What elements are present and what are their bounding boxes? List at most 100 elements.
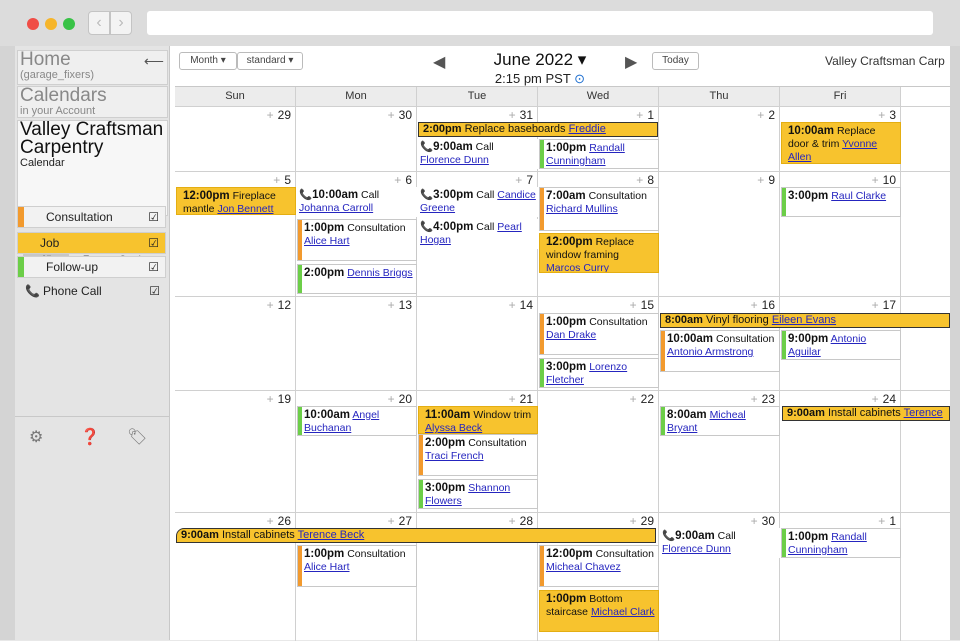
add-event-icon[interactable]: + [872,298,879,312]
calendar-event[interactable]: 1:00pm Bottom staircase Michael Clark [539,590,659,632]
add-event-icon[interactable]: + [757,173,764,187]
add-event-icon[interactable]: + [636,173,643,187]
close-window-button[interactable] [27,18,39,30]
calendar-event[interactable]: 8:00am Micheal Bryant [660,406,780,436]
event-contact-link[interactable]: Florence Dunn [662,543,731,555]
add-event-icon[interactable]: + [267,298,274,312]
sidebar-home[interactable]: Home (garage_fixers) ⟵ [17,50,168,85]
day-number[interactable]: +27 [296,514,416,528]
add-event-icon[interactable]: + [751,514,758,528]
browser-back-button[interactable]: ‹ [88,11,110,35]
address-bar[interactable] [147,11,933,35]
add-event-icon[interactable]: + [757,108,764,122]
day-number[interactable]: +19 [175,392,295,406]
day-number[interactable]: +8 [538,173,658,187]
add-event-icon[interactable]: + [267,392,274,406]
calendar-event[interactable]: 📞4:00pm Call Pearl Hogan [418,219,538,249]
calendars-link[interactable]: Calendars [20,86,167,105]
prev-month-icon[interactable]: ◀ [433,52,445,72]
checkbox-icon[interactable]: ☑ [148,207,159,227]
day-number[interactable]: +10 [780,173,900,187]
event-contact-link[interactable]: Marcos Curry [546,262,609,272]
calendar-event[interactable]: 10:00am Replace door & trim Yvonne Allen [781,122,901,164]
day-number[interactable]: +30 [296,108,416,122]
calendar-event[interactable]: 📞9:00am Call Florence Dunn [418,139,538,169]
collapse-arrow-icon[interactable]: ⟵ [144,53,164,70]
calendar-event[interactable]: 12:00pm Replace window framing Marcos Cu… [539,233,659,273]
day-number[interactable]: +16 [659,298,779,312]
event-contact-link[interactable]: Johanna Carroll [299,202,373,214]
day-number[interactable]: +22 [538,392,658,406]
sidebar-calendars[interactable]: Calendars in your Account [17,86,168,118]
calendar-event[interactable]: 1:00pm Consultation Dan Drake [539,313,659,355]
add-event-icon[interactable]: + [388,298,395,312]
add-event-icon[interactable]: + [509,392,516,406]
add-event-icon[interactable]: + [267,514,274,528]
category-consultation[interactable]: Consultation ☑ [17,206,166,228]
help-video-icon[interactable]: ❓ [80,427,100,447]
add-event-icon[interactable]: + [267,108,274,122]
add-event-icon[interactable]: + [751,392,758,406]
day-number[interactable]: +12 [175,298,295,312]
event-contact-link[interactable]: Dennis Briggs [347,267,412,279]
day-number[interactable]: +23 [659,392,779,406]
add-event-icon[interactable]: + [636,108,643,122]
event-contact-link[interactable]: Traci French [425,450,484,462]
add-event-icon[interactable]: + [751,298,758,312]
day-number[interactable]: +1 [780,514,900,528]
event-contact-link[interactable]: Terence [904,407,943,419]
calendar-event[interactable]: 2:00pm Consultation Traci French [418,434,538,476]
add-event-icon[interactable]: + [394,173,401,187]
day-number[interactable]: +30 [659,514,779,528]
add-tag-icon[interactable]: 🏷 [127,427,147,447]
day-number[interactable]: +3 [780,108,900,122]
event-contact-link[interactable]: Freddie [569,123,606,135]
calendar-event[interactable]: 📞3:00pm Call Candice Greene [418,187,538,217]
calendar-event[interactable]: 7:00am Consultation Richard Mullins [539,187,659,231]
add-event-icon[interactable]: + [878,108,885,122]
next-month-icon[interactable]: ▶ [625,52,637,72]
clock-icon[interactable]: ⊙ [574,71,585,86]
day-number[interactable]: +29 [175,108,295,122]
calendar-event[interactable]: 9:00pm Antonio Aguilar [781,330,901,360]
event-contact-link[interactable]: Raul Clarke [831,190,886,202]
day-number[interactable]: +15 [538,298,658,312]
multi-day-event[interactable]: 8:00am Vinyl flooring Eileen Evans [660,313,950,328]
event-contact-link[interactable]: Florence Dunn [420,154,489,166]
day-number[interactable]: +2 [659,108,779,122]
calendar-event[interactable]: 1:00pm Consultation Alice Hart [297,219,417,261]
event-contact-link[interactable]: Dan Drake [546,329,596,341]
day-number[interactable]: +20 [296,392,416,406]
category-job[interactable]: Job ☑ [17,232,166,254]
calendar-event[interactable]: 12:00pm Consultation Micheal Chavez [539,545,659,587]
view-select[interactable]: Month ▾ [179,52,237,70]
calendar-event[interactable]: 3:00pm Shannon Flowers [418,479,538,509]
day-number[interactable]: +1 [538,108,658,122]
day-number[interactable]: +17 [780,298,900,312]
add-event-icon[interactable]: + [630,514,637,528]
calendar-event[interactable]: 📞10:00am Call Johanna Carroll [297,187,417,217]
calendar-event[interactable]: 2:00pm Dennis Briggs [297,264,417,294]
add-event-icon[interactable]: + [872,173,879,187]
day-number[interactable]: +14 [417,298,537,312]
calendar-event[interactable]: 📞9:00am Call Florence Dunn [660,528,780,558]
maximize-window-button[interactable] [63,18,75,30]
day-number[interactable]: +5 [175,173,295,187]
add-event-icon[interactable]: + [878,514,885,528]
day-number[interactable]: +7 [417,173,537,187]
event-contact-link[interactable]: Antonio Armstrong [667,346,753,358]
calendar-event[interactable]: 10:00am Consultation Antonio Armstrong [660,330,780,372]
checkbox-icon[interactable]: ☑ [149,281,160,301]
calendar-event[interactable]: 1:00pm Randall Cunningham [781,528,901,558]
add-event-icon[interactable]: + [273,173,280,187]
calendar-event[interactable]: 1:00pm Randall Cunningham [539,139,659,169]
calendar-event[interactable]: 12:00pm Fireplace mantle Jon Bennett [176,187,296,215]
minimize-window-button[interactable] [45,18,57,30]
calendar-event[interactable]: 11:00am Window trim Alyssa Beck [418,406,538,434]
calendar-event[interactable]: 1:00pm Consultation Alice Hart [297,545,417,587]
day-number[interactable]: +9 [659,173,779,187]
day-number[interactable]: +31 [417,108,537,122]
add-event-icon[interactable]: + [388,392,395,406]
add-event-icon[interactable]: + [388,108,395,122]
add-event-icon[interactable]: + [872,392,879,406]
